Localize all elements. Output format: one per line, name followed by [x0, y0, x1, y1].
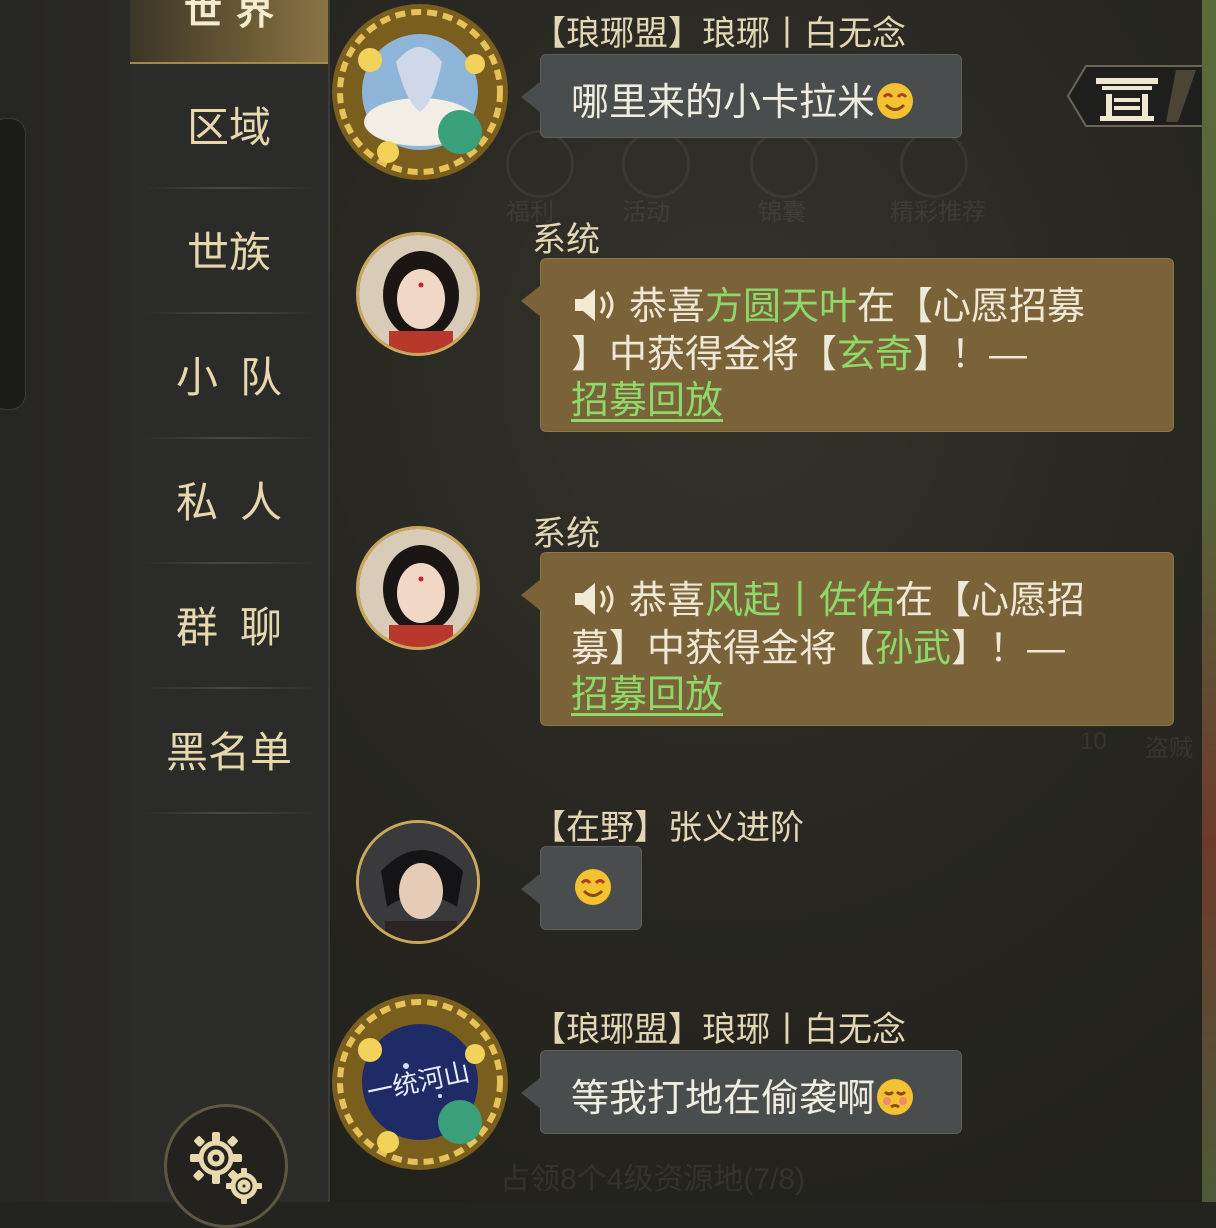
system-text: 】！—: [951, 628, 1066, 670]
avatar[interactable]: [356, 820, 480, 944]
general-name[interactable]: 玄奇: [837, 334, 913, 376]
player-name[interactable]: 风起丨佐佑: [705, 580, 895, 622]
bubble-tail: [521, 81, 541, 113]
shy-emoji-icon: [877, 1079, 914, 1115]
message-bubble[interactable]: [521, 846, 642, 930]
sender-name[interactable]: 【在野】张义进阶: [532, 800, 804, 849]
tab-squad[interactable]: 小队: [130, 312, 328, 436]
player-name[interactable]: 方圆天叶: [705, 286, 857, 328]
tab-private[interactable]: 私人: [130, 437, 328, 561]
recruit-replay-link[interactable]: 招募回放: [571, 380, 723, 422]
smile-emoji-icon: [877, 83, 914, 119]
message-text: 哪里来的小卡拉米: [571, 82, 876, 124]
tab-group-chat[interactable]: 群聊: [130, 562, 328, 686]
tab-world[interactable]: 世界: [130, 0, 328, 64]
bubble-tail: [521, 285, 541, 317]
sender-name[interactable]: 系统: [532, 212, 600, 261]
map-edge: [1202, 0, 1216, 1202]
bg-label: 精彩推荐: [890, 199, 986, 226]
chat-channel-sidebar: 世界 区域 世族 小队 私人 群聊 黑名单: [130, 0, 330, 1228]
speaker-icon: [575, 289, 614, 321]
message-bubble[interactable]: 哪里来的小卡拉米: [521, 54, 962, 138]
gear-icon: [190, 1132, 262, 1204]
tab-region[interactable]: 区域: [130, 62, 328, 186]
bubble-tail: [521, 873, 541, 905]
tab-private-label: 私人: [175, 478, 304, 526]
avatar[interactable]: [330, 2, 510, 182]
sender-name[interactable]: 【琅琊盟】琅琊丨白无念: [532, 6, 906, 55]
system-message-bubble[interactable]: 恭喜方圆天叶在【心愿招募 】中获得金将【玄奇】！— 招募回放: [521, 258, 1174, 432]
system-text: 】！—: [913, 334, 1028, 376]
system-avatar[interactable]: [356, 232, 480, 356]
general-name[interactable]: 孙武: [875, 628, 951, 670]
sender-name[interactable]: 【琅琊盟】琅琊丨白无念: [532, 1002, 906, 1051]
left-panel-handle[interactable]: [0, 118, 26, 410]
bg-label: 10: [1080, 728, 1107, 755]
speaker-icon: [575, 583, 614, 615]
bg-label: 盗贼: [1145, 735, 1193, 762]
message-text: 等我打地在偷袭啊: [571, 1078, 876, 1120]
system-text: 在【心愿招募: [857, 286, 1086, 328]
tab-clan-label: 世族: [186, 228, 271, 276]
system-message-bubble[interactable]: 恭喜风起丨佐佑在【心愿招 募】中获得金将【孙武】！— 招募回放: [521, 552, 1174, 726]
tab-world-label: 世界: [184, 0, 289, 33]
message-bubble[interactable]: 等我打地在偷袭啊: [521, 1050, 962, 1134]
tab-clan[interactable]: 世族: [130, 187, 328, 311]
settings-button[interactable]: [164, 1104, 288, 1228]
bg-quest-label: 占领8个4级资源地(7/8): [500, 1163, 806, 1196]
tab-group-chat-label: 群聊: [175, 603, 304, 651]
bubble-tail: [521, 579, 541, 611]
system-avatar[interactable]: [356, 526, 480, 650]
sender-name[interactable]: 系统: [532, 506, 600, 555]
divider: [144, 812, 316, 814]
smile-emoji-icon: [575, 869, 611, 905]
bg-label: 活动: [622, 199, 670, 226]
recruit-replay-link[interactable]: 招募回放: [571, 674, 723, 716]
avatar[interactable]: 一统河山: [330, 992, 510, 1172]
side-menu-toggle[interactable]: [1066, 64, 1216, 128]
chat-message-list[interactable]: 福利 活动 锦囊 精彩推荐 10 盗贼 占领8个4级资源地(7/8) 【琅琊盟】…: [330, 0, 1216, 1202]
bg-activity-icon: [622, 130, 690, 198]
bg-welfare-icon: [506, 130, 574, 198]
bubble-tail: [521, 1077, 541, 1109]
bg-label: 锦囊: [758, 199, 806, 226]
tab-blacklist-label: 黑名单: [165, 728, 292, 776]
system-text: 恭喜: [629, 286, 706, 328]
system-text: 在【心愿招: [895, 580, 1086, 622]
bg-tips-icon: [750, 130, 818, 198]
system-text: 恭喜: [629, 580, 706, 622]
tab-region-label: 区域: [186, 103, 271, 151]
tab-blacklist[interactable]: 黑名单: [130, 687, 328, 811]
tab-squad-label: 小队: [175, 353, 304, 401]
bg-recommend-icon: [900, 130, 968, 198]
